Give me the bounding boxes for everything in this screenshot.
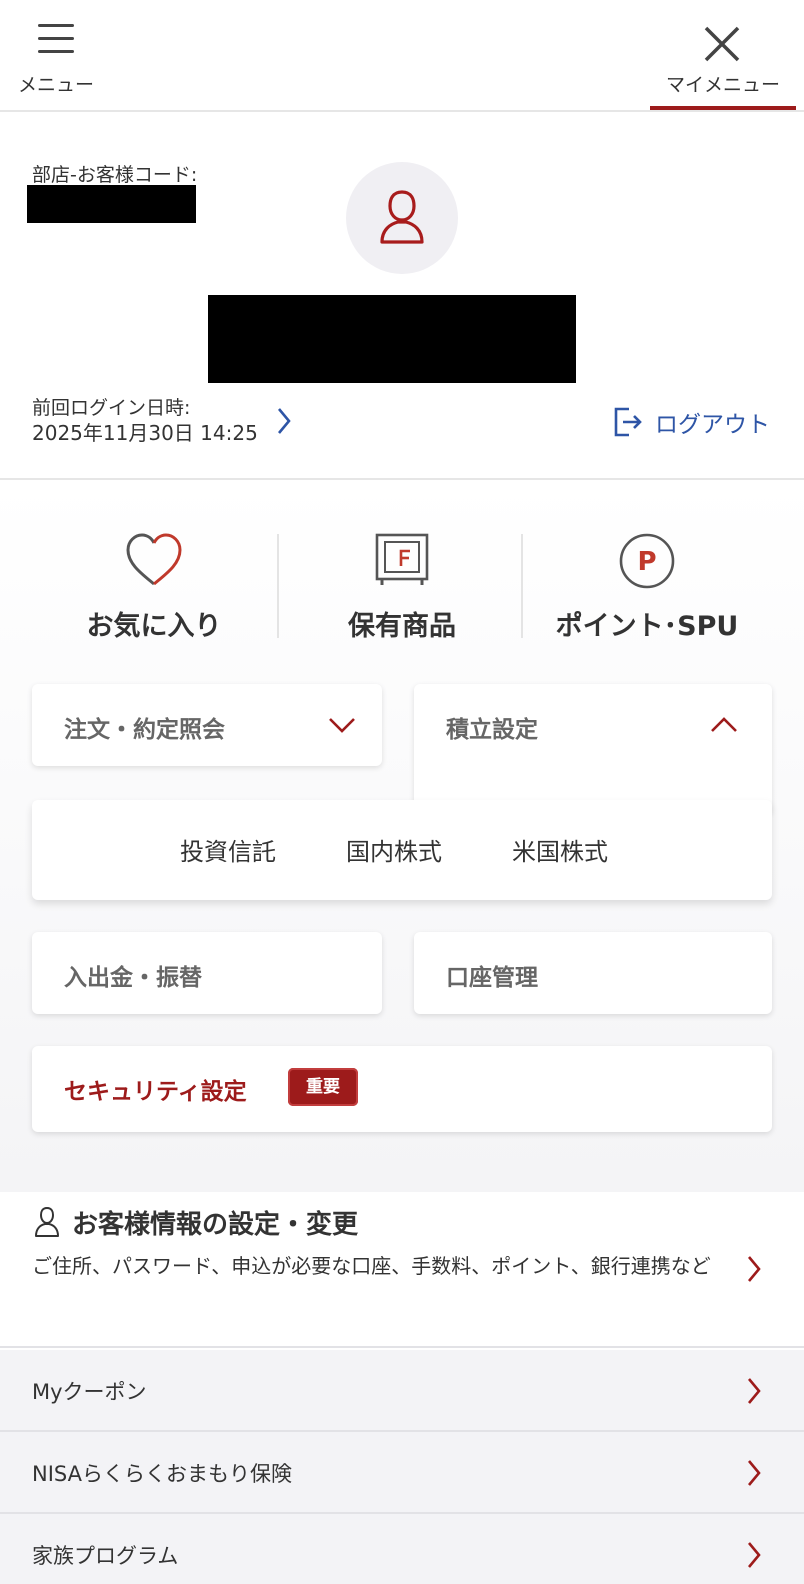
- account-management-card[interactable]: 口座管理: [414, 932, 772, 1014]
- logout-icon: [614, 407, 642, 437]
- important-badge: 重要: [288, 1068, 358, 1106]
- logout-label: ログアウト: [655, 412, 770, 438]
- logout-button[interactable]: ログアウト: [613, 402, 770, 442]
- active-tab-indicator: [650, 106, 796, 110]
- chevron-right-icon: [748, 1542, 761, 1568]
- list-item-label: NISAらくらくおまもり保険: [32, 1462, 292, 1486]
- last-login-label: 前回ログイン日時:: [32, 397, 191, 419]
- svg-text:P: P: [637, 547, 656, 577]
- person-icon: [35, 1206, 59, 1237]
- points-spu-shortcut[interactable]: P ポイント･SPU: [522, 532, 772, 642]
- submenu-item-mutual-funds[interactable]: 投資信託: [180, 832, 276, 867]
- quick-menu-section: お気に入り 保有商品 P ポイント･SPU 注文・約定照会 積立設定 投資信託 …: [0, 482, 804, 1192]
- mymenu-close-button[interactable]: マイメニュー: [650, 18, 796, 110]
- points-spu-label: ポイント･SPU: [555, 611, 739, 642]
- chevron-down-icon: [329, 718, 355, 733]
- tsumitate-submenu: 投資信託 国内株式 米国株式: [32, 800, 772, 900]
- chevron-up-icon: [711, 717, 737, 732]
- list-item-nisa-insurance[interactable]: NISAらくらくおまもり保険: [0, 1432, 804, 1514]
- holdings-shortcut[interactable]: 保有商品: [278, 532, 526, 642]
- chevron-right-icon[interactable]: [276, 406, 292, 436]
- order-inquiry-label: 注文・約定照会: [64, 717, 225, 743]
- customer-name-redacted: [208, 295, 576, 383]
- point-icon: P: [619, 533, 675, 589]
- favorites-shortcut[interactable]: お気に入り: [30, 532, 278, 642]
- menu-label: メニュー: [17, 74, 94, 96]
- account-management-label: 口座管理: [446, 965, 538, 991]
- list-item-my-coupon[interactable]: Myクーポン: [0, 1350, 804, 1432]
- person-icon: [380, 190, 424, 244]
- tsumitate-settings-label: 積立設定: [446, 717, 538, 743]
- deposit-transfer-label: 入出金・振替: [64, 965, 202, 991]
- mymenu-label: マイメニュー: [665, 74, 780, 96]
- list-item-family-program[interactable]: 家族プログラム: [0, 1514, 804, 1584]
- chevron-right-icon: [748, 1378, 761, 1404]
- security-settings-label: セキュリティ設定: [64, 1079, 247, 1105]
- list-item-label: Myクーポン: [32, 1380, 147, 1404]
- chevron-right-icon: [748, 1460, 761, 1486]
- chevron-right-icon: [748, 1256, 761, 1282]
- menu-button[interactable]: メニュー: [14, 18, 98, 98]
- favorites-label: お気に入り: [86, 611, 222, 642]
- customer-info-description: ご住所、パスワード、申込が必要な口座、手数料、ポイント、銀行連携など: [32, 1254, 711, 1278]
- submenu-item-us-stocks[interactable]: 米国株式: [512, 832, 608, 867]
- tsumitate-settings-card[interactable]: 積立設定: [414, 684, 772, 814]
- holdings-label: 保有商品: [348, 611, 456, 642]
- hamburger-icon: [38, 24, 74, 54]
- customer-info-row[interactable]: お客様情報の設定・変更 ご住所、パスワード、申込が必要な口座、手数料、ポイント、…: [0, 1192, 804, 1348]
- order-inquiry-card[interactable]: 注文・約定照会: [32, 684, 382, 766]
- profile-section: 部店-お客様コード: 前回ログイン日時: 2025年11月30日 14:25 ロ…: [0, 112, 804, 480]
- last-login-value: 2025年11月30日 14:25: [32, 421, 258, 445]
- submenu-item-domestic-stocks[interactable]: 国内株式: [346, 832, 442, 867]
- close-icon: [704, 26, 740, 62]
- header: メニュー マイメニュー: [0, 0, 804, 112]
- customer-info-title: お客様情報の設定・変更: [72, 1210, 359, 1240]
- branch-code-redacted: [27, 185, 196, 223]
- security-settings-card[interactable]: セキュリティ設定 重要: [32, 1046, 772, 1132]
- branch-code-label: 部店-お客様コード:: [32, 164, 198, 186]
- heart-icon: [126, 533, 182, 586]
- deposit-transfer-card[interactable]: 入出金・振替: [32, 932, 382, 1014]
- list-item-label: 家族プログラム: [32, 1544, 179, 1568]
- safe-icon: [375, 533, 429, 585]
- avatar: [346, 162, 458, 274]
